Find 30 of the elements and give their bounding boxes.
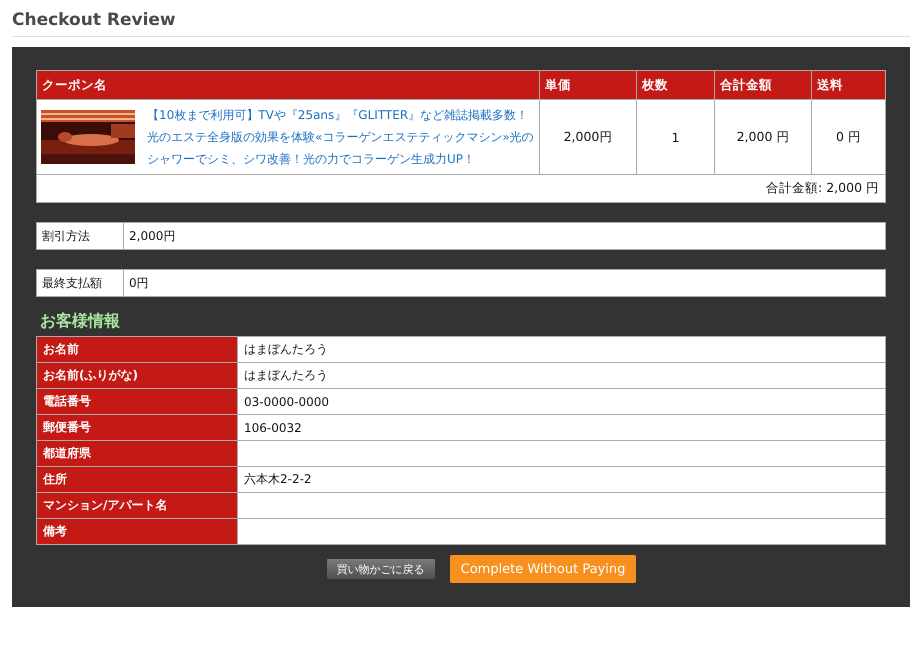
table-cell: 2,000 円 <box>714 100 812 174</box>
field-label: 住所 <box>36 466 238 492</box>
column-header: 送料 <box>812 70 886 100</box>
field-label: 都道府県 <box>36 440 238 466</box>
field-label: 備考 <box>36 518 238 544</box>
field-value: はまぼんたろう <box>238 362 886 388</box>
column-header: クーポン名 <box>36 70 540 100</box>
field-label: 郵便番号 <box>36 414 238 440</box>
table-cell: 2,000円 <box>540 100 636 174</box>
grand-total: 合計金額: 2,000 円 <box>36 174 886 202</box>
field-label: 割引方法 <box>36 222 124 250</box>
column-header: 合計金額 <box>714 70 812 100</box>
field-value: 六本木2-2-2 <box>238 466 886 492</box>
field-label: お名前(ふりがな) <box>36 362 238 388</box>
column-header: 単価 <box>540 70 636 100</box>
section-heading: お客様情報 <box>40 311 121 332</box>
field-value: 106-0032 <box>238 414 886 440</box>
field-label: お名前 <box>36 336 238 362</box>
table-cell: 0 円 <box>812 100 886 174</box>
back-to-cart-button[interactable]: 買い物かごに戻る <box>326 558 436 580</box>
table-cell: 1 <box>636 100 714 174</box>
field-label: 電話番号 <box>36 388 238 414</box>
field-value: 2,000円 <box>124 222 886 250</box>
field-value: 03-0000-0000 <box>238 388 886 414</box>
field-label: 最終支払額 <box>36 270 124 296</box>
page-title: Checkout Review <box>12 0 910 37</box>
field-value: 0円 <box>124 270 886 296</box>
column-header: 枚数 <box>636 70 714 100</box>
field-value: はまぼんたろう <box>238 336 886 362</box>
field-label: マンション/アパート名 <box>36 492 238 518</box>
